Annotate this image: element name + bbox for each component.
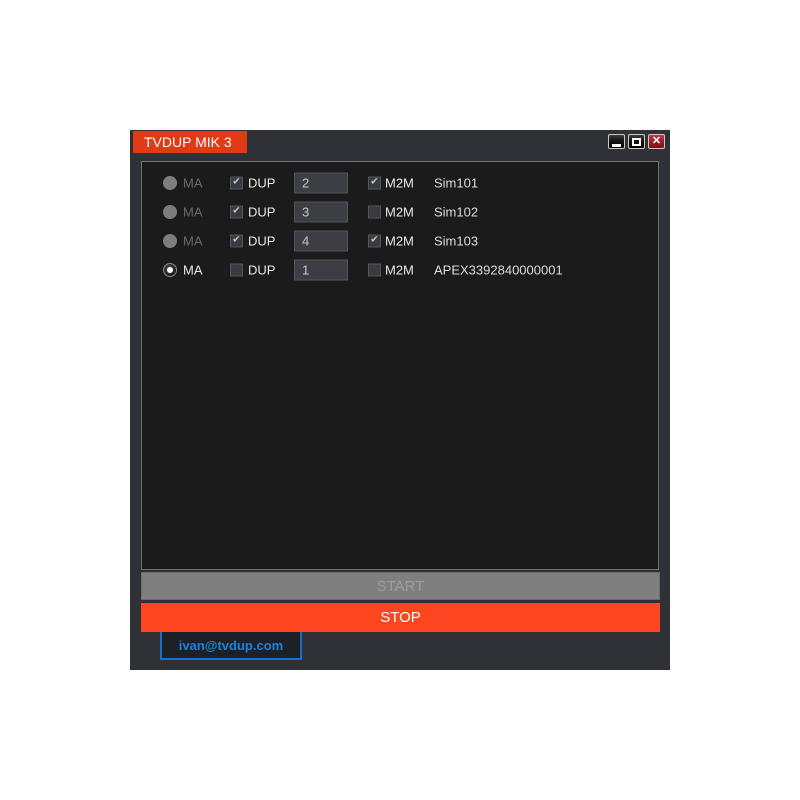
email-link[interactable]: ivan@tvdup.com — [179, 637, 283, 653]
sim-name-label: Sim102 — [434, 204, 478, 219]
sim-name-label: Sim101 — [434, 175, 478, 190]
dup-count-input[interactable] — [294, 172, 348, 193]
minimize-button[interactable] — [608, 134, 625, 149]
ma-label: MA — [183, 233, 203, 248]
dup-checkbox[interactable] — [230, 263, 243, 276]
ma-radio[interactable] — [163, 205, 177, 219]
m2m-label: M2M — [385, 233, 414, 248]
sim-row-2: MA DUP M2M Sim102 — [142, 197, 658, 226]
dup-count-input[interactable] — [294, 259, 348, 280]
sim-row-3: MA DUP M2M Sim103 — [142, 226, 658, 255]
dup-checkbox[interactable] — [230, 205, 243, 218]
window-title-text: TVDUP MIK 3 — [144, 134, 232, 150]
maximize-button[interactable] — [628, 134, 645, 149]
dup-label: DUP — [248, 204, 275, 219]
sim-name-label: Sim103 — [434, 233, 478, 248]
maximize-icon — [632, 138, 641, 146]
ma-radio[interactable] — [163, 176, 177, 190]
sim-name-label: APEX3392840000001 — [434, 262, 563, 277]
sim-row-1: MA DUP M2M Sim101 — [142, 168, 658, 197]
m2m-label: M2M — [385, 262, 414, 277]
minimize-icon — [612, 144, 621, 147]
dup-count-input[interactable] — [294, 230, 348, 251]
dup-count-input[interactable] — [294, 201, 348, 222]
close-icon — [652, 136, 661, 147]
ma-radio[interactable] — [163, 263, 177, 277]
m2m-label: M2M — [385, 204, 414, 219]
window-title: TVDUP MIK 3 — [133, 131, 247, 153]
ma-label: MA — [183, 204, 203, 219]
m2m-label: M2M — [385, 175, 414, 190]
dup-label: DUP — [248, 175, 275, 190]
email-link-box[interactable]: ivan@tvdup.com — [160, 630, 302, 660]
app-window: TVDUP MIK 3 MA DUP M2M Sim101 — [130, 130, 670, 670]
dup-checkbox[interactable] — [230, 234, 243, 247]
sim-list-panel: MA DUP M2M Sim101 MA DUP M2M Sim102 MA D… — [141, 161, 659, 570]
title-bar: TVDUP MIK 3 — [130, 130, 670, 154]
sim-row-4: MA DUP M2M APEX3392840000001 — [142, 255, 658, 284]
close-button[interactable] — [648, 134, 665, 149]
dup-label: DUP — [248, 262, 275, 277]
dup-label: DUP — [248, 233, 275, 248]
m2m-checkbox[interactable] — [368, 205, 381, 218]
dup-checkbox[interactable] — [230, 176, 243, 189]
window-controls — [608, 134, 665, 149]
start-button[interactable]: START — [141, 572, 660, 600]
ma-label: MA — [183, 175, 203, 190]
ma-label: MA — [183, 262, 203, 277]
m2m-checkbox[interactable] — [368, 176, 381, 189]
m2m-checkbox[interactable] — [368, 234, 381, 247]
stop-button[interactable]: STOP — [141, 603, 660, 632]
ma-radio[interactable] — [163, 234, 177, 248]
m2m-checkbox[interactable] — [368, 263, 381, 276]
